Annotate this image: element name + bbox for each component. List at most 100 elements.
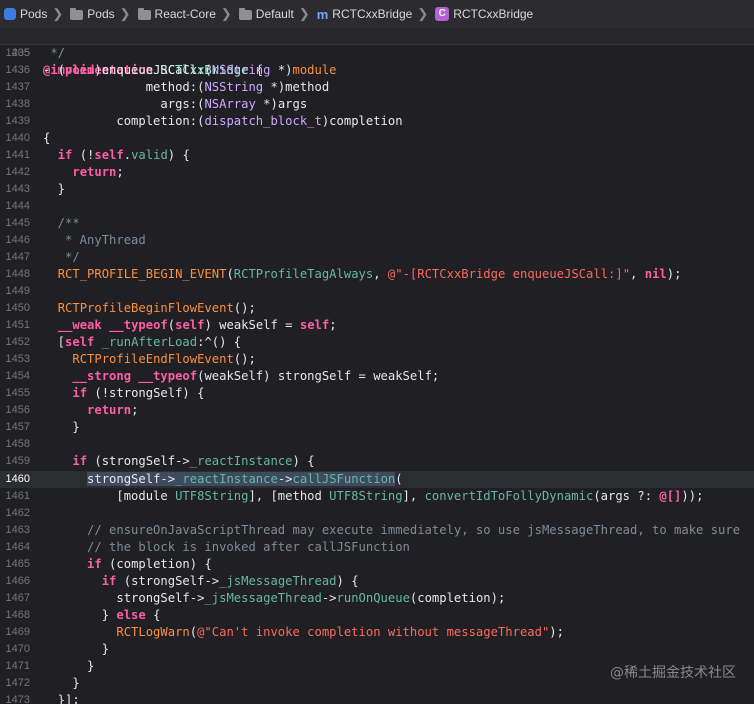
code-text: RCTProfileEndFlowEvent(); [43,351,255,368]
code-text: __weak __typeof(self) weakSelf = self; [43,317,337,334]
code-token: if [72,454,88,469]
code-text: completion:(dispatch_block_t)completion [43,113,402,130]
code-token: )); [681,488,704,503]
code-token: )enqueueJSCall:( [94,63,212,78]
breadcrumb-item[interactable]: m RCTCxxBridge [313,7,415,22]
code-token: // the block is invoked after callJSFunc… [43,539,410,554]
breadcrumb-item[interactable]: Default [235,7,296,21]
code-text: RCTProfileBeginFlowEvent(); [43,300,256,317]
code-token: if [57,148,73,163]
code-line[interactable]: 1446 * AnyThread [0,232,754,249]
code-line[interactable]: 1459 if (strongSelf->_reactInstance) { [0,453,754,470]
code-line[interactable]: 1443 } [0,181,754,198]
breadcrumb-label: RCTCxxBridge [332,7,413,21]
code-line[interactable]: 1444 [0,198,754,215]
code-token: __typeof [109,318,168,333]
line-number: 1449 [5,285,30,298]
code-line[interactable]: 1442 return; [0,164,754,181]
code-token: callJSFunction [292,471,396,486]
code-text: // the block is invoked after callJSFunc… [43,539,410,556]
code-text: }]; [43,692,80,704]
code-line[interactable]: 1447 */ [0,249,754,266]
line-number: 1440 [5,132,30,145]
code-token: RCT_PROFILE_BEGIN_EVENT [57,267,227,282]
breadcrumb-item[interactable]: React-Core [134,7,218,21]
code-text: return; [43,164,123,181]
code-token: ); [666,267,682,282]
code-token: else [116,607,146,622]
code-line[interactable]: 1463 // ensureOnJavaScriptThread may exe… [0,522,754,539]
code-token: ) { [292,454,315,469]
code-token: (weakSelf) strongSelf = weakSelf; [197,369,440,384]
code-text: if (!strongSelf) { [43,385,204,402]
code-line[interactable]: 1436 - (void)enqueueJSCall:(NSString *)mo… [0,62,754,79]
code-line[interactable]: 1466 if (strongSelf->_jsMessageThread) { [0,573,754,590]
code-line[interactable]: 1456 return; [0,402,754,419]
code-token: _runAfterLoad [101,335,198,350]
code-line[interactable]: 1457 } [0,419,754,436]
code-line[interactable]: 1449 [0,283,754,300]
code-line[interactable]: 1468 } else { [0,607,754,624]
code-token: *)args [255,97,308,112]
code-text: * AnyThread [43,232,146,249]
code-line[interactable]: 1439 completion:(dispatch_block_t)comple… [0,113,754,130]
line-number: 1442 [5,166,30,179]
code-line[interactable]: 1464 // the block is invoked after callJ… [0,539,754,556]
code-line[interactable]: 1455 if (!strongSelf) { [0,385,754,402]
breadcrumb-item[interactable]: Pods [0,7,49,21]
code-text: } [43,675,79,692]
code-line[interactable]: 1467 strongSelf->_jsMessageThread->runOn… [0,590,754,607]
code-line[interactable]: 1473 }]; [0,692,754,704]
code-line[interactable]: 1461 [module UTF8String], [method UTF8St… [0,488,754,505]
code-line[interactable]: 1450 RCTProfileBeginFlowEvent(); [0,300,754,317]
code-token: args:( [43,97,205,112]
code-line-current[interactable]: 1460 strongSelf->_reactInstance->callJSF… [0,470,754,488]
code-line[interactable]: 1448 RCT_PROFILE_BEGIN_EVENT(RCTProfileT… [0,266,754,283]
code-line[interactable]: 1451 __weak __typeof(self) weakSelf = se… [0,317,754,334]
code-editor[interactable]: 205 @implementation RCTCxxBridge { 1435 … [0,28,754,704]
code-token: , [630,267,645,282]
code-line[interactable]: 1470 } [0,641,754,658]
code-text: { [43,130,50,147]
breadcrumb-item[interactable]: C RCTCxxBridge [431,7,535,21]
code-line[interactable]: 1465 if (completion) { [0,556,754,573]
code-token: ) weakSelf = [204,318,300,333]
code-token: _reactInstance [175,471,278,486]
code-line[interactable]: 1438 args:(NSArray *)args [0,96,754,113]
code-token: completion:( [43,114,205,129]
code-line[interactable]: 1458 [0,436,754,453]
line-number: 1454 [5,370,30,383]
code-token: */ [43,250,80,265]
code-line[interactable]: 1454 __strong __typeof(weakSelf) strongS… [0,368,754,385]
line-number: 1460 [5,472,30,485]
m-file-icon: m [316,6,329,22]
code-line[interactable]: 1452 [self _runAfterLoad:^() { [0,334,754,351]
sticky-scope-header[interactable]: 205 @implementation RCTCxxBridge { [0,28,754,77]
code-line[interactable]: 1437 method:(NSString *)method [0,79,754,96]
line-number: 1472 [5,676,30,689]
breadcrumb-label: React-Core [154,7,216,21]
code-line[interactable]: 1441 if (!self.valid) { [0,147,754,164]
code-token: __typeof [138,369,198,384]
code-line[interactable]: 1440 { [0,130,754,147]
code-token: void [65,63,95,78]
code-token: strongSelf-> [43,590,205,605]
line-number: 1465 [5,557,30,570]
line-number: 1446 [5,234,30,247]
code-line[interactable]: 1435 */ [0,45,754,62]
code-token: strongSelf-> [87,471,176,486]
code-text: /** [43,215,80,232]
code-line[interactable]: 1445 /** [0,215,754,232]
code-line[interactable]: 1462 [0,505,754,522]
code-text: // ensureOnJavaScriptThread may execute … [43,522,740,539]
code-token: */ [43,46,66,60]
code-text: [module UTF8String], [method UTF8String]… [43,488,703,505]
watermark: @稀土掘金技术社区 [610,665,736,681]
breadcrumb-item[interactable]: Pods [66,7,116,21]
code-token: *)method [263,80,330,95]
code-line[interactable]: 1453 RCTProfileEndFlowEvent(); [0,351,754,368]
code-line[interactable]: 1469 RCTLogWarn(@"Can't invoke completio… [0,624,754,641]
